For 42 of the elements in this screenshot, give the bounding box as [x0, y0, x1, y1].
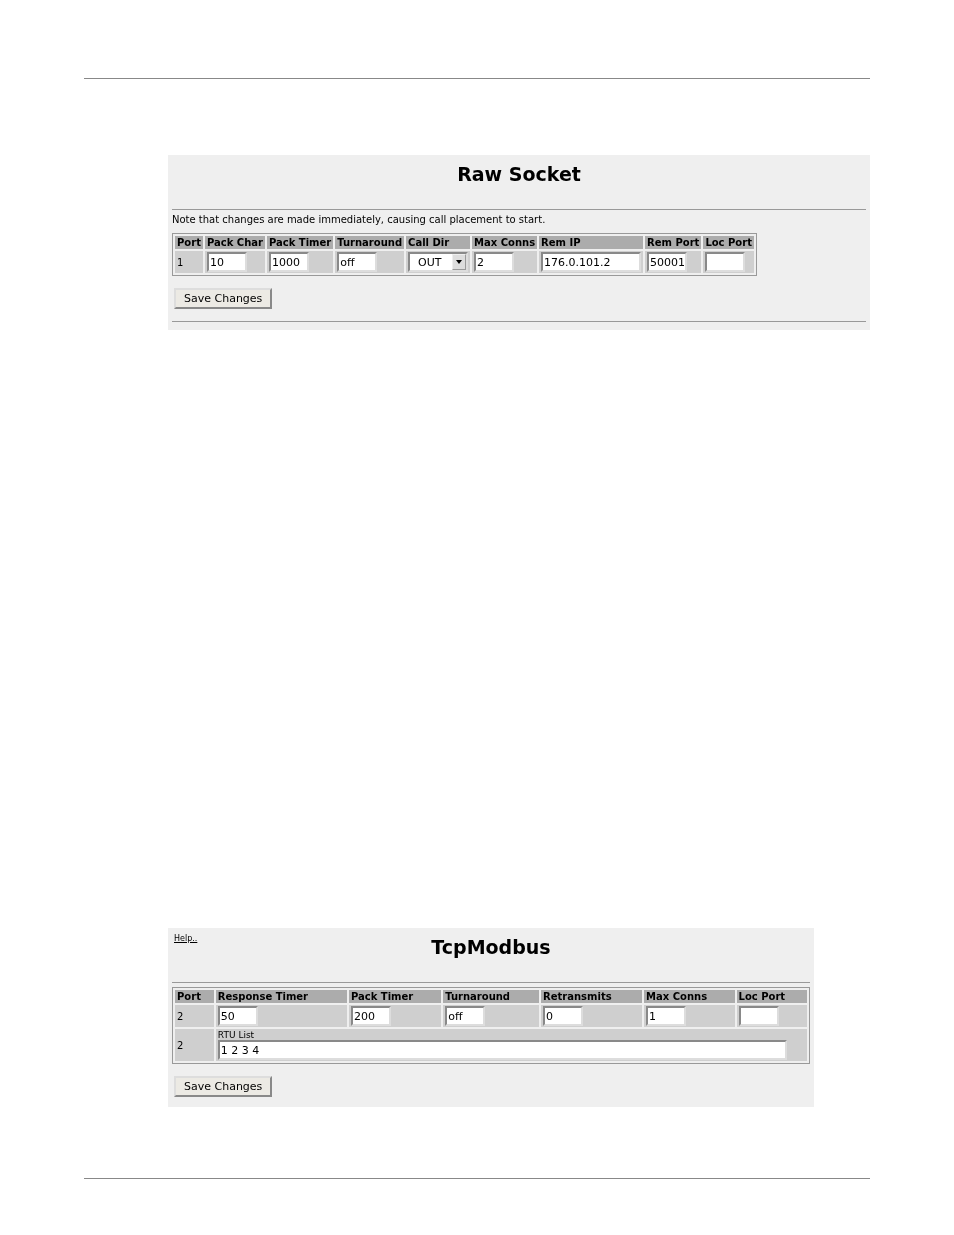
input-field[interactable]: 200: [350, 1006, 391, 1026]
column-header: Port: [175, 990, 214, 1003]
table-cell: 1: [175, 251, 203, 273]
caret-icon: [452, 254, 467, 270]
column-header: Loc Port: [736, 990, 807, 1003]
column-header: Call Dir: [406, 236, 471, 249]
column-header: Port: [175, 236, 203, 249]
column-header: Pack Timer: [348, 990, 442, 1003]
column-header: Response Timer: [215, 990, 347, 1003]
panel-title: TcpModbus: [431, 936, 551, 958]
column-header: Max Conns: [644, 990, 735, 1003]
input-field[interactable]: 10: [206, 252, 247, 272]
input-field[interactable]: [705, 252, 746, 272]
input-field[interactable]: 1: [646, 1006, 687, 1026]
input-field[interactable]: [738, 1006, 779, 1026]
column-header: Pack Char: [204, 236, 265, 249]
table-cell: 2: [175, 1029, 214, 1061]
help-link[interactable]: Help..: [174, 934, 198, 943]
input-field[interactable]: off: [337, 252, 378, 272]
input-field[interactable]: 1000: [268, 252, 309, 272]
column-header: Turnaround: [443, 990, 539, 1003]
note-text: Note that changes are made immediately, causing call placement to start.: [172, 214, 547, 225]
column-header: Rem Port: [645, 236, 702, 249]
input-field[interactable]: 2: [474, 252, 515, 272]
dropdown[interactable]: OUT: [408, 252, 469, 272]
panel-title: Raw Socket: [457, 163, 581, 185]
table-cell: 2: [175, 1005, 214, 1027]
input-field[interactable]: off: [445, 1006, 486, 1026]
input-field[interactable]: 50: [217, 1006, 258, 1026]
column-header: Pack Timer: [266, 236, 334, 249]
column-header: Max Conns: [472, 236, 538, 249]
field-label: RTU List: [217, 1030, 256, 1040]
input-field[interactable]: 1 2 3 4: [217, 1040, 788, 1060]
input-field[interactable]: 50001: [647, 252, 688, 272]
save-button[interactable]: Save Changes: [174, 1076, 273, 1097]
save-button[interactable]: Save Changes: [174, 288, 273, 309]
input-field[interactable]: 0: [543, 1006, 583, 1026]
column-header: Rem IP: [539, 236, 644, 249]
column-header: Turnaround: [335, 236, 405, 249]
column-header: Retransmits: [541, 990, 643, 1003]
input-field[interactable]: 176.0.101.2: [541, 252, 642, 272]
column-header: Loc Port: [703, 236, 754, 249]
